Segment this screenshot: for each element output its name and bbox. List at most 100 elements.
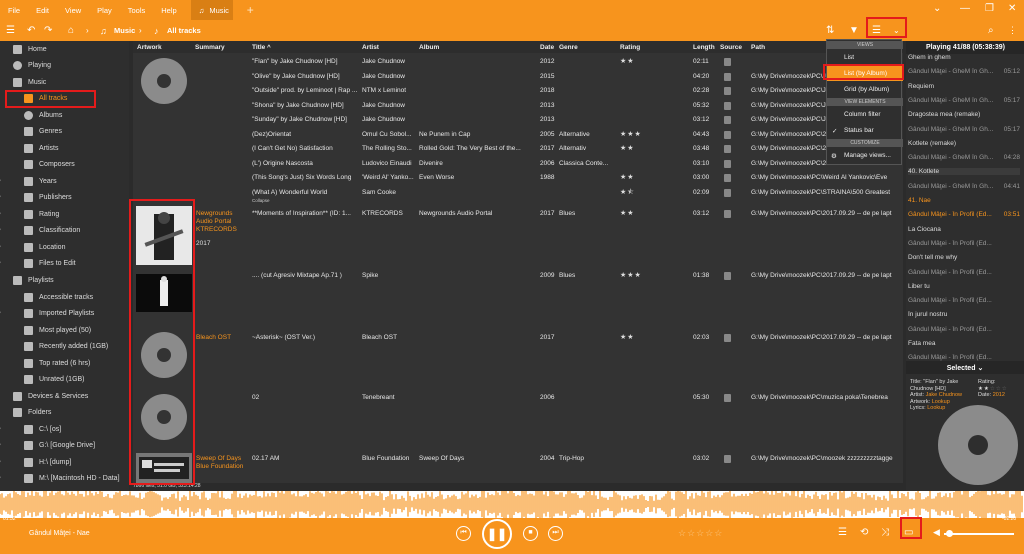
sidebar-item-drive-g[interactable]: › G:\ [Google Drive] <box>0 438 95 452</box>
new-tab-icon[interactable]: + <box>247 3 254 17</box>
playlist-item[interactable]: Don't tell me why <box>908 254 1020 261</box>
sidebar-item-playing[interactable]: Playing <box>13 58 51 72</box>
sidebar-item-top-rated[interactable]: Top rated (6 hrs) <box>24 356 90 370</box>
sidebar-item-rating[interactable]: › Rating <box>0 207 59 221</box>
rating-stars[interactable]: ★★★★★ <box>620 333 635 341</box>
chevron-right-icon[interactable]: › <box>0 310 1 316</box>
menu-view[interactable]: View <box>57 6 89 15</box>
col-date[interactable]: Date <box>540 44 554 51</box>
next-button[interactable]: ⏭ <box>548 526 563 541</box>
chevron-right-icon[interactable]: › <box>0 442 1 448</box>
table-row[interactable]: (L') Origine Nascosta Ludovico Einaudi Div… <box>133 157 903 171</box>
playlist-item[interactable]: Gândul Mâţei - GheM în Gh... 04:28 <box>908 154 1020 161</box>
col-path[interactable]: Path <box>751 44 765 51</box>
playlist-item[interactable]: Requiem <box>908 83 1020 90</box>
playlist-item[interactable]: Gândul Mâţei - În Profil (Ed... <box>908 240 1020 247</box>
menu-edit[interactable]: Edit <box>28 6 57 15</box>
col-artwork[interactable]: Artwork <box>137 44 162 51</box>
chevron-right-icon[interactable]: › <box>0 194 1 200</box>
rating-stars[interactable]: ★★★★★ <box>620 209 635 217</box>
summary-title[interactable]: Newgrounds Audio Portal <box>196 210 248 226</box>
now-playing-rating[interactable]: ☆☆☆☆☆ <box>678 528 723 539</box>
playlist-item[interactable]: Fata mea <box>908 340 1020 347</box>
sidebar-item-recently-added[interactable]: Recently added (1GB) <box>24 339 108 353</box>
playlist-item[interactable]: Liber tu <box>908 283 1020 290</box>
summary-artist[interactable]: Blue Foundation <box>196 463 248 471</box>
playlist-item[interactable]: Gândul Mâţei - GheM în Gh... 05:12 <box>908 68 1020 75</box>
table-row[interactable]: "Shona" by Jake Chudnow [HD] Jake Chudnow… <box>133 99 903 113</box>
table-row[interactable]: ~Asterisk~ (OST Ver.) Bleach OST 2017 02:03… <box>133 331 903 345</box>
rating-stars[interactable]: ★★★★★ <box>620 271 642 279</box>
chevron-right-icon[interactable]: › <box>0 426 1 432</box>
table-row[interactable]: 02 Tenebreant 2006 05:30 G:\My Drive\moozek\… <box>133 391 903 405</box>
playlist-item[interactable]: Kotlete (remake) <box>908 140 1020 147</box>
rating-stars[interactable]: ★★★★★ <box>620 130 642 138</box>
playlist-icon[interactable]: ☰ <box>838 527 847 538</box>
view-grid-by-album-option[interactable]: Grid (by Album) <box>827 82 903 97</box>
artwork-lookup-link[interactable]: Lookup <box>932 399 950 405</box>
playlist-item[interactable]: 41. Nae <box>908 197 1020 204</box>
table-row[interactable]: "Olive" by Jake Chudnow [HD] Jake Chudnow… <box>133 70 903 84</box>
playlist-item[interactable]: Gândul Mâţei - În Profil (Ed... <box>908 326 1020 333</box>
table-row[interactable]: 02.17 AM Blue Foundation Sweep Of Days 2004… <box>133 452 903 466</box>
sidebar-item-composers[interactable]: Composers <box>24 157 75 171</box>
volume-handle[interactable] <box>946 530 953 537</box>
collapse-link[interactable]: Collapse <box>252 198 270 203</box>
sidebar-item-drive-c[interactable]: › C:\ [os] <box>0 422 61 436</box>
breadcrumb-all-tracks[interactable]: All tracks <box>167 26 201 35</box>
volume-icon[interactable]: ◀ <box>933 527 940 538</box>
close-icon[interactable]: ✕ <box>1008 3 1016 14</box>
sidebar-item-publishers[interactable]: › Publishers <box>0 190 72 204</box>
stop-button[interactable]: ■ <box>523 526 538 541</box>
playlist-item[interactable]: Ghem in ghem <box>908 54 1020 61</box>
rating-stars[interactable]: ★★★★★ <box>620 57 635 65</box>
col-artist[interactable]: Artist <box>362 44 379 51</box>
menu-file[interactable]: File <box>0 6 28 15</box>
table-row[interactable]: **Moments of Inspiration** (ID: 1... KTRE… <box>133 207 903 221</box>
restore-icon[interactable]: ❐ <box>985 3 994 14</box>
sidebar-item-drive-h[interactable]: › H:\ [dump] <box>0 455 71 469</box>
playlist-item[interactable]: Gândul Mâţei - GheM în Gh... 05:17 <box>908 126 1020 133</box>
sidebar-item-home[interactable]: Home <box>13 42 47 56</box>
sidebar-item-years[interactable]: › Years <box>0 174 57 188</box>
filter-icon[interactable]: ▼ <box>849 25 859 36</box>
forward-icon[interactable]: ↷ <box>44 25 52 36</box>
playlist-item[interactable]: În jurul nostru <box>908 311 1020 318</box>
playlist-item[interactable]: La Ciocana <box>908 226 1020 233</box>
chevron-right-icon[interactable]: › <box>0 459 1 465</box>
sidebar-toggle-icon[interactable]: ☰ <box>6 25 15 36</box>
previous-button[interactable]: ⏮ <box>456 526 471 541</box>
rating-stars[interactable]: ★★★★★ <box>620 144 635 152</box>
chevron-down-icon[interactable]: ⌄ <box>977 365 983 372</box>
more-icon[interactable]: ⋮ <box>1008 25 1017 36</box>
volume-slider[interactable] <box>944 533 1014 535</box>
shuffle-icon[interactable]: ⤨ <box>881 527 889 538</box>
table-row[interactable]: "Sunday" by Jake Chudnow [HD] Jake Chudno… <box>133 113 903 127</box>
table-row[interactable]: (This Song's Just) Six Words Long 'Weird … <box>133 171 903 185</box>
sidebar-item-folders[interactable]: Folders <box>13 405 51 419</box>
rating-stars[interactable]: ★★★★★ <box>620 173 635 181</box>
selected-artist[interactable]: Jake Chudnow <box>926 392 962 398</box>
playlist-item[interactable]: 40. Kotlete <box>908 168 1020 176</box>
col-source[interactable]: Source <box>720 44 742 51</box>
chevron-right-icon[interactable]: › <box>0 475 1 481</box>
breadcrumb-music[interactable]: Music <box>114 26 135 35</box>
sidebar-item-music[interactable]: Music <box>13 75 46 89</box>
playlist-item[interactable]: Gândul Mâţei - În Profil (Ed... 03:51 <box>908 211 1020 218</box>
summary-title[interactable]: Bleach OST <box>196 334 248 342</box>
sidebar-item-imported-playlists[interactable]: › Imported Playlists <box>0 306 94 320</box>
sort-icon[interactable]: ⇅ <box>826 25 834 36</box>
lyrics-lookup-link[interactable]: Lookup <box>927 405 945 411</box>
sidebar-item-devices[interactable]: Devices & Services <box>13 389 88 403</box>
menu-help[interactable]: Help <box>153 6 184 15</box>
col-title[interactable]: Title ^ <box>252 44 271 51</box>
selected-date[interactable]: 2012 <box>993 392 1005 398</box>
column-filter-option[interactable]: Column filter <box>827 107 903 122</box>
playlist-item[interactable]: Dragostea mea (remake) <box>908 111 1020 118</box>
view-list-option[interactable]: List <box>827 50 903 65</box>
sidebar-item-files-to-edit[interactable]: › Files to Edit <box>0 256 76 270</box>
col-length[interactable]: Length <box>693 44 715 51</box>
chevron-right-icon[interactable]: › <box>0 211 1 217</box>
search-icon[interactable]: ⌕ <box>988 25 994 36</box>
sidebar-item-most-played[interactable]: Most played (50) <box>24 323 91 337</box>
